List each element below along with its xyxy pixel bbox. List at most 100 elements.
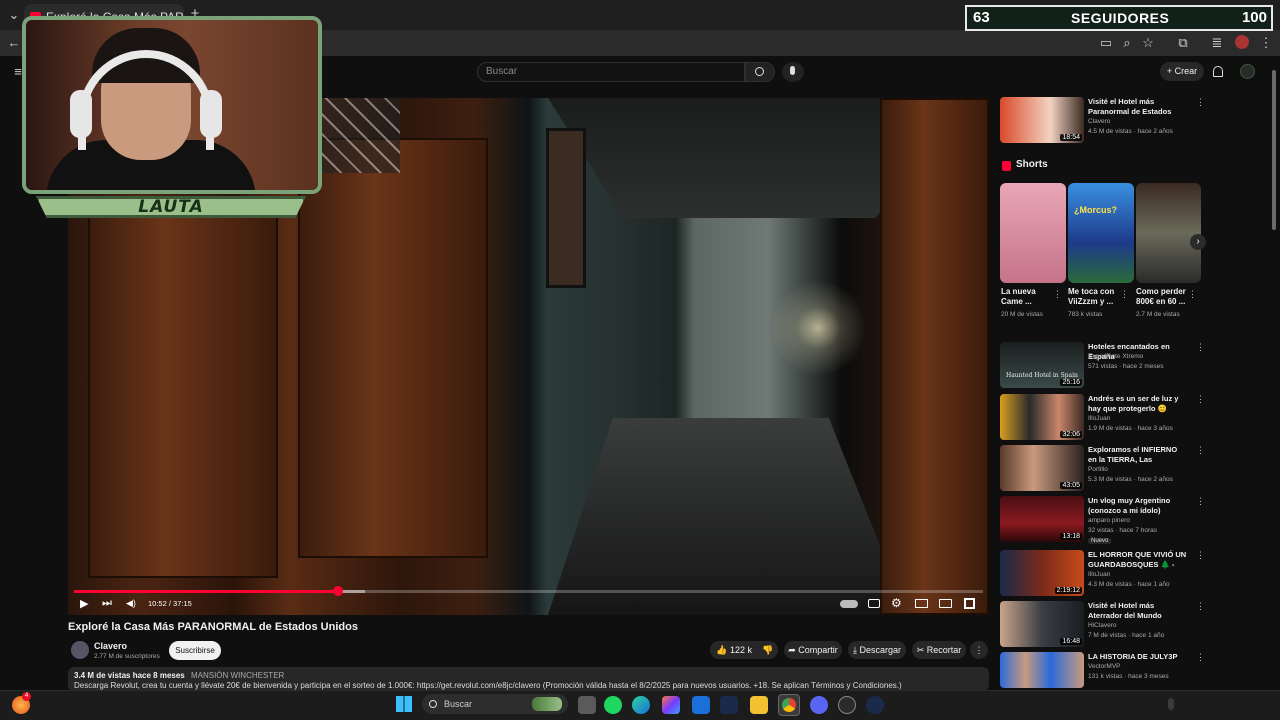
rec-channel[interactable]: amparo pinero: [1088, 517, 1130, 524]
profile-avatar[interactable]: [1235, 35, 1249, 49]
rec-menu-icon[interactable]: ⋮: [1196, 97, 1205, 108]
discord-icon[interactable]: [810, 696, 828, 714]
short-title[interactable]: La nueva Came ...: [1001, 287, 1059, 307]
short-menu-icon[interactable]: ⋮: [1188, 289, 1197, 300]
description-box[interactable]: 3.4 M de vistas hace 8 meses MANSIÓN WIN…: [68, 667, 989, 691]
shorts-next-chevron-icon[interactable]: ›: [1190, 234, 1206, 250]
search-button[interactable]: [745, 62, 775, 82]
recommendation-item[interactable]: Haunted Hotel in Spain 25:16 Hoteles enc…: [1000, 342, 1270, 388]
rec-thumbnail[interactable]: [1000, 652, 1084, 688]
rec-channel[interactable]: Portillo: [1088, 466, 1108, 473]
rec-menu-icon[interactable]: ⋮: [1196, 342, 1205, 353]
tray-mic-icon[interactable]: [1168, 698, 1174, 710]
browser-menu-icon[interactable]: ⋮: [1258, 35, 1274, 51]
download-button[interactable]: ⤓ Descargar: [848, 641, 906, 659]
recommendation-item[interactable]: 16:48 Visité el Hotel más Aterrador del …: [1000, 601, 1270, 647]
rec-title[interactable]: Visité el Hotel más Aterrador del Mundo: [1088, 601, 1188, 621]
voice-search-button[interactable]: [782, 62, 804, 82]
play-icon[interactable]: ▶: [80, 597, 88, 610]
short-card[interactable]: ¿Morcus?: [1068, 183, 1134, 283]
rec-menu-icon[interactable]: ⋮: [1196, 652, 1205, 663]
windows-start-icon[interactable]: [396, 696, 412, 712]
edge-icon[interactable]: [632, 696, 650, 714]
rec-menu-icon[interactable]: ⋮: [1196, 445, 1205, 456]
cast-icon[interactable]: [939, 599, 952, 608]
rec-title[interactable]: EL HORROR QUE VIVIÓ UN GUARDABOSQUES 🌲 -…: [1088, 550, 1188, 570]
rec-menu-icon[interactable]: ⋮: [1196, 601, 1205, 612]
recommendation-item[interactable]: 43:05 Exploramos el INFIERNO en la TIERR…: [1000, 445, 1270, 491]
recommendation-item[interactable]: 2:19:12 EL HORROR QUE VIVIÓ UN GUARDABOS…: [1000, 550, 1270, 596]
bookmark-star-icon[interactable]: ☆: [1140, 35, 1156, 51]
rec-channel[interactable]: IlloJuan: [1088, 571, 1110, 578]
rec-channel[interactable]: Clavero: [1088, 118, 1110, 125]
copilot-icon[interactable]: [662, 696, 680, 714]
task-view-icon[interactable]: [578, 696, 596, 714]
rec-menu-icon[interactable]: ⋮: [1196, 550, 1205, 561]
rec-thumbnail[interactable]: 18:54: [1000, 97, 1084, 143]
rec-thumbnail[interactable]: 32:06: [1000, 394, 1084, 440]
extensions-icon[interactable]: ⧉: [1175, 35, 1191, 51]
rec-menu-icon[interactable]: ⋮: [1196, 394, 1205, 405]
install-icon[interactable]: ▭: [1098, 35, 1114, 51]
clip-button[interactable]: ✂ Recortar: [912, 641, 966, 659]
rec-thumbnail[interactable]: 16:48: [1000, 601, 1084, 647]
taskbar-search[interactable]: Buscar: [422, 694, 568, 714]
rec-channel[interactable]: IlloJuan: [1088, 415, 1110, 422]
short-title[interactable]: Como perder 800€ en 60 ...: [1136, 287, 1194, 307]
autoplay-toggle[interactable]: [840, 600, 858, 608]
volume-icon[interactable]: ◀): [126, 598, 136, 609]
rec-channel[interactable]: HiClavero: [1088, 622, 1117, 629]
rec-title[interactable]: Andrés es un ser de luz y hay que proteg…: [1088, 394, 1188, 414]
spotify-icon[interactable]: [604, 696, 622, 714]
like-count[interactable]: 122 k: [730, 641, 752, 659]
file-explorer-icon[interactable]: [750, 696, 768, 714]
rec-thumbnail[interactable]: Haunted Hotel in Spain 25:16: [1000, 342, 1084, 388]
notifications-bell-icon[interactable]: [1213, 66, 1223, 77]
rec-thumbnail[interactable]: 43:05: [1000, 445, 1084, 491]
scrollbar-thumb[interactable]: [1272, 70, 1276, 230]
next-icon[interactable]: ⏭: [102, 597, 112, 610]
tab-list-icon[interactable]: ⌄: [6, 7, 22, 23]
zoom-icon[interactable]: ⌕: [1119, 35, 1135, 51]
short-title[interactable]: Me toca con ViiZzzm y ...: [1068, 287, 1126, 307]
create-button[interactable]: + Crear: [1160, 62, 1204, 81]
chrome-active-icon[interactable]: [778, 694, 800, 716]
recommendation-top[interactable]: 18:54 Visité el Hotel más Paranormal de …: [1000, 97, 1270, 143]
rec-channel[interactable]: Expediente Xtremo: [1088, 353, 1143, 360]
store-icon[interactable]: [692, 696, 710, 714]
rec-thumbnail[interactable]: 2:19:12: [1000, 550, 1084, 596]
search-input[interactable]: Buscar: [477, 62, 745, 82]
rec-title[interactable]: Visité el Hotel más Paranormal de Estado…: [1088, 97, 1188, 117]
recommendation-item[interactable]: 13:18 Un vlog muy Argentino (conozco a m…: [1000, 496, 1270, 544]
steam-client-icon[interactable]: [866, 696, 884, 714]
video-tag[interactable]: MANSIÓN WINCHESTER: [191, 671, 284, 680]
settings-gear-icon[interactable]: ⚙: [891, 596, 902, 610]
rec-channel[interactable]: VectorMVP: [1088, 663, 1121, 670]
like-icon[interactable]: 👍: [716, 641, 727, 659]
rec-menu-icon[interactable]: ⋮: [1196, 496, 1205, 507]
channel-name[interactable]: Clavero: [94, 641, 127, 651]
short-card[interactable]: [1000, 183, 1066, 283]
fullscreen-icon[interactable]: [964, 598, 975, 609]
rec-title[interactable]: Un vlog muy Argentino (conozco a mi ídol…: [1088, 496, 1188, 516]
recommendation-item[interactable]: 32:06 Andrés es un ser de luz y hay que …: [1000, 394, 1270, 440]
rec-title[interactable]: Exploramos el INFIERNO en la TIERRA, Las…: [1088, 445, 1188, 465]
subscribe-button[interactable]: Suscribirse: [169, 641, 221, 660]
short-menu-icon[interactable]: ⋮: [1120, 289, 1129, 300]
rec-title[interactable]: LA HISTORIA DE JULY3P: [1088, 652, 1188, 662]
short-card[interactable]: [1136, 183, 1201, 283]
recommendation-item[interactable]: LA HISTORIA DE JULY3P VectorMVP 131 k vi…: [1000, 652, 1270, 688]
page-scrollbar[interactable]: [1270, 60, 1278, 690]
short-menu-icon[interactable]: ⋮: [1053, 289, 1062, 300]
theater-mode-icon[interactable]: [915, 599, 928, 608]
more-actions-button[interactable]: ⋮: [970, 641, 988, 659]
account-avatar[interactable]: [1240, 64, 1255, 79]
subtitles-icon[interactable]: [868, 599, 880, 608]
progress-scrubber[interactable]: [332, 586, 343, 596]
progress-bar[interactable]: [74, 586, 983, 596]
dislike-icon[interactable]: 👎: [762, 641, 773, 659]
rec-thumbnail[interactable]: 13:18: [1000, 496, 1084, 542]
obs-icon[interactable]: [838, 696, 856, 714]
share-button[interactable]: ➦ Compartir: [784, 641, 842, 659]
steam-icon[interactable]: [720, 696, 738, 714]
